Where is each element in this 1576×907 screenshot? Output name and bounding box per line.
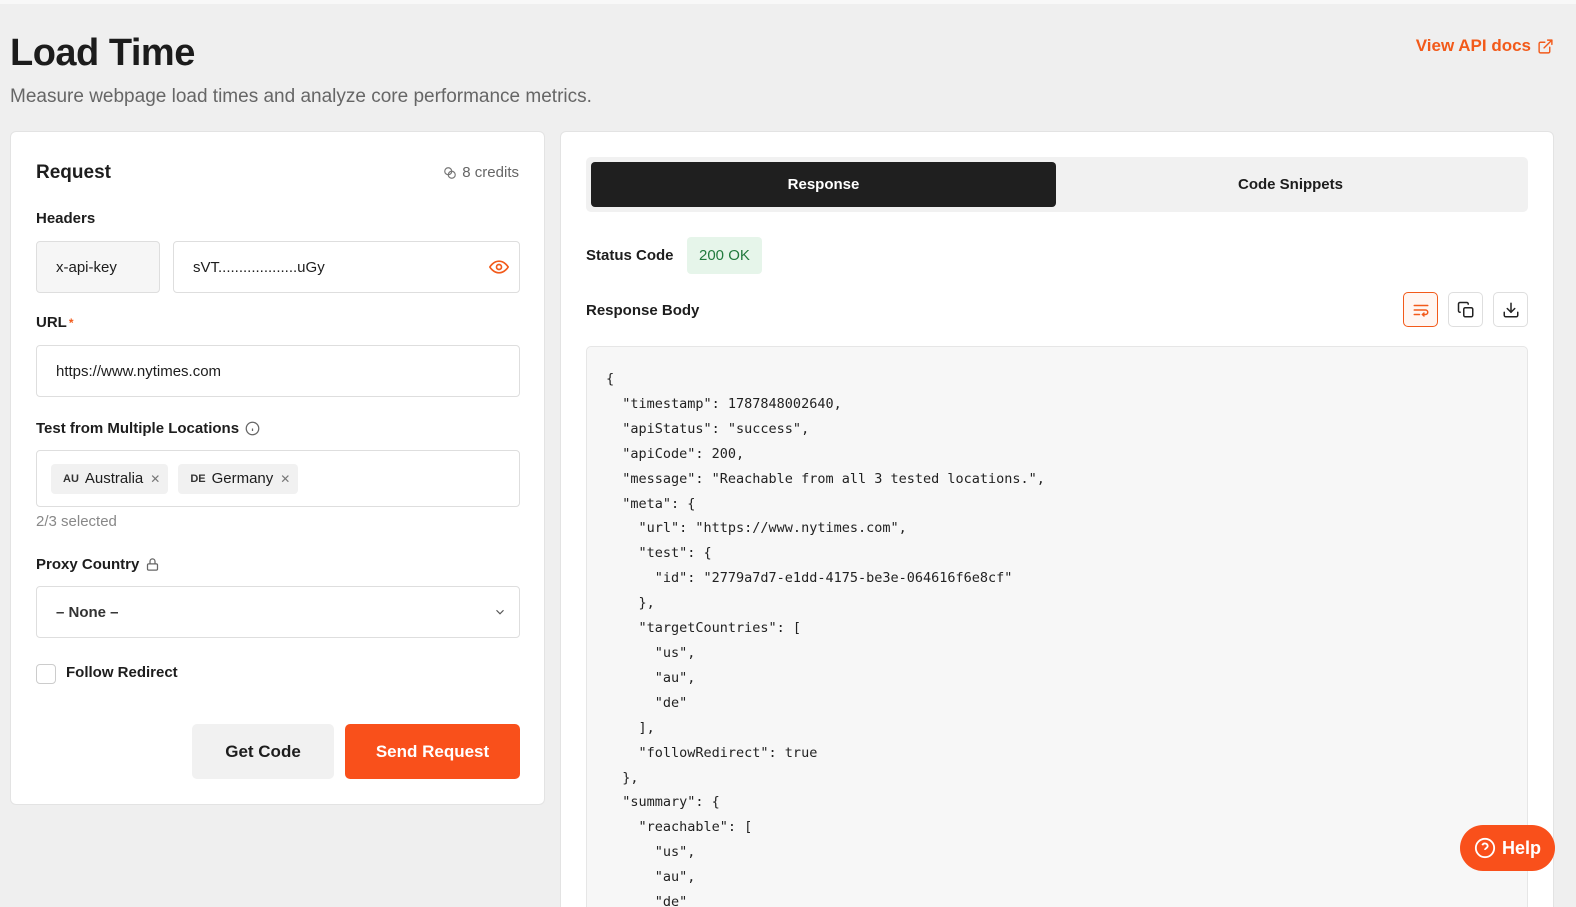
eye-icon[interactable] (489, 257, 509, 277)
credits-label: 8 credits (462, 164, 519, 181)
required-mark: * (68, 315, 74, 330)
country-code: AU (63, 472, 79, 485)
request-panel: Request 8 credits Headers x-api-key sVT.… (10, 131, 545, 805)
credits-indicator: 8 credits (443, 164, 519, 181)
view-api-docs-label: View API docs (1415, 36, 1531, 55)
chevron-down-icon (496, 609, 504, 615)
response-body-label: Response Body (586, 302, 700, 319)
status-code-label: Status Code (586, 247, 674, 264)
external-link-icon (1538, 38, 1553, 54)
country-name: Germany (211, 470, 274, 487)
credits-icon (444, 166, 457, 179)
location-chip-germany[interactable]: DE Germany ✕ (178, 463, 299, 494)
proxy-country-select[interactable]: – None – (36, 586, 520, 638)
locations-label: Test from Multiple Locations (36, 420, 260, 437)
wrap-icon (1413, 304, 1428, 317)
proxy-label-text: Proxy Country (36, 556, 140, 573)
get-code-button[interactable]: Get Code (192, 724, 334, 779)
request-title: Request (36, 162, 111, 183)
proxy-select-value: – None – (56, 603, 119, 621)
header-key-field[interactable]: x-api-key (36, 241, 160, 293)
tab-code-snippets[interactable]: Code Snippets (1058, 162, 1523, 207)
url-label: URL * (36, 314, 74, 331)
follow-redirect-checkbox[interactable] (36, 664, 56, 684)
country-code: DE (190, 472, 206, 485)
location-chip-australia[interactable]: AU Australia ✕ (51, 463, 169, 494)
response-tabs: Response Code Snippets (586, 157, 1528, 212)
proxy-label: Proxy Country (36, 556, 160, 573)
page-subtitle: Measure webpage load times and analyze c… (10, 86, 592, 107)
tab-response[interactable]: Response (591, 162, 1056, 207)
view-api-docs-link[interactable]: View API docs (1416, 36, 1554, 56)
remove-chip-icon[interactable]: ✕ (280, 472, 290, 486)
response-body-json: { "timestamp": 1787848002640, "apiStatus… (606, 371, 1045, 907)
wrap-text-button[interactable] (1403, 292, 1438, 327)
url-input[interactable]: https://www.nytimes.com (36, 345, 520, 397)
lock-icon (147, 558, 159, 571)
response-panel: Response Code Snippets Status Code 200 O… (560, 131, 1554, 907)
copy-icon (1457, 301, 1473, 317)
help-icon (1474, 837, 1496, 859)
remove-chip-icon[interactable]: ✕ (150, 472, 160, 486)
response-body-viewer[interactable]: { "timestamp": 1787848002640, "apiStatus… (586, 346, 1528, 907)
help-label: Help (1501, 837, 1541, 858)
locations-multiselect[interactable]: AU Australia ✕ DE Germany ✕ (36, 450, 520, 507)
header-value-text: sVT...................uGy (193, 258, 325, 276)
copy-button[interactable] (1448, 292, 1483, 327)
locations-label-text: Test from Multiple Locations (36, 420, 240, 437)
country-name: Australia (84, 470, 144, 487)
headers-label: Headers (36, 210, 96, 227)
locations-selected-count: 2/3 selected (36, 513, 117, 530)
send-request-button[interactable]: Send Request (345, 724, 520, 779)
follow-redirect-label: Follow Redirect (66, 664, 178, 681)
help-button[interactable]: Help (1460, 825, 1555, 871)
header-value-field[interactable]: sVT...................uGy (173, 241, 520, 293)
status-badge: 200 OK (687, 237, 762, 274)
download-button[interactable] (1493, 292, 1528, 327)
download-icon (1503, 302, 1518, 317)
url-label-text: URL (36, 314, 67, 331)
info-icon[interactable] (245, 421, 260, 436)
page-title: Load Time (10, 32, 195, 74)
